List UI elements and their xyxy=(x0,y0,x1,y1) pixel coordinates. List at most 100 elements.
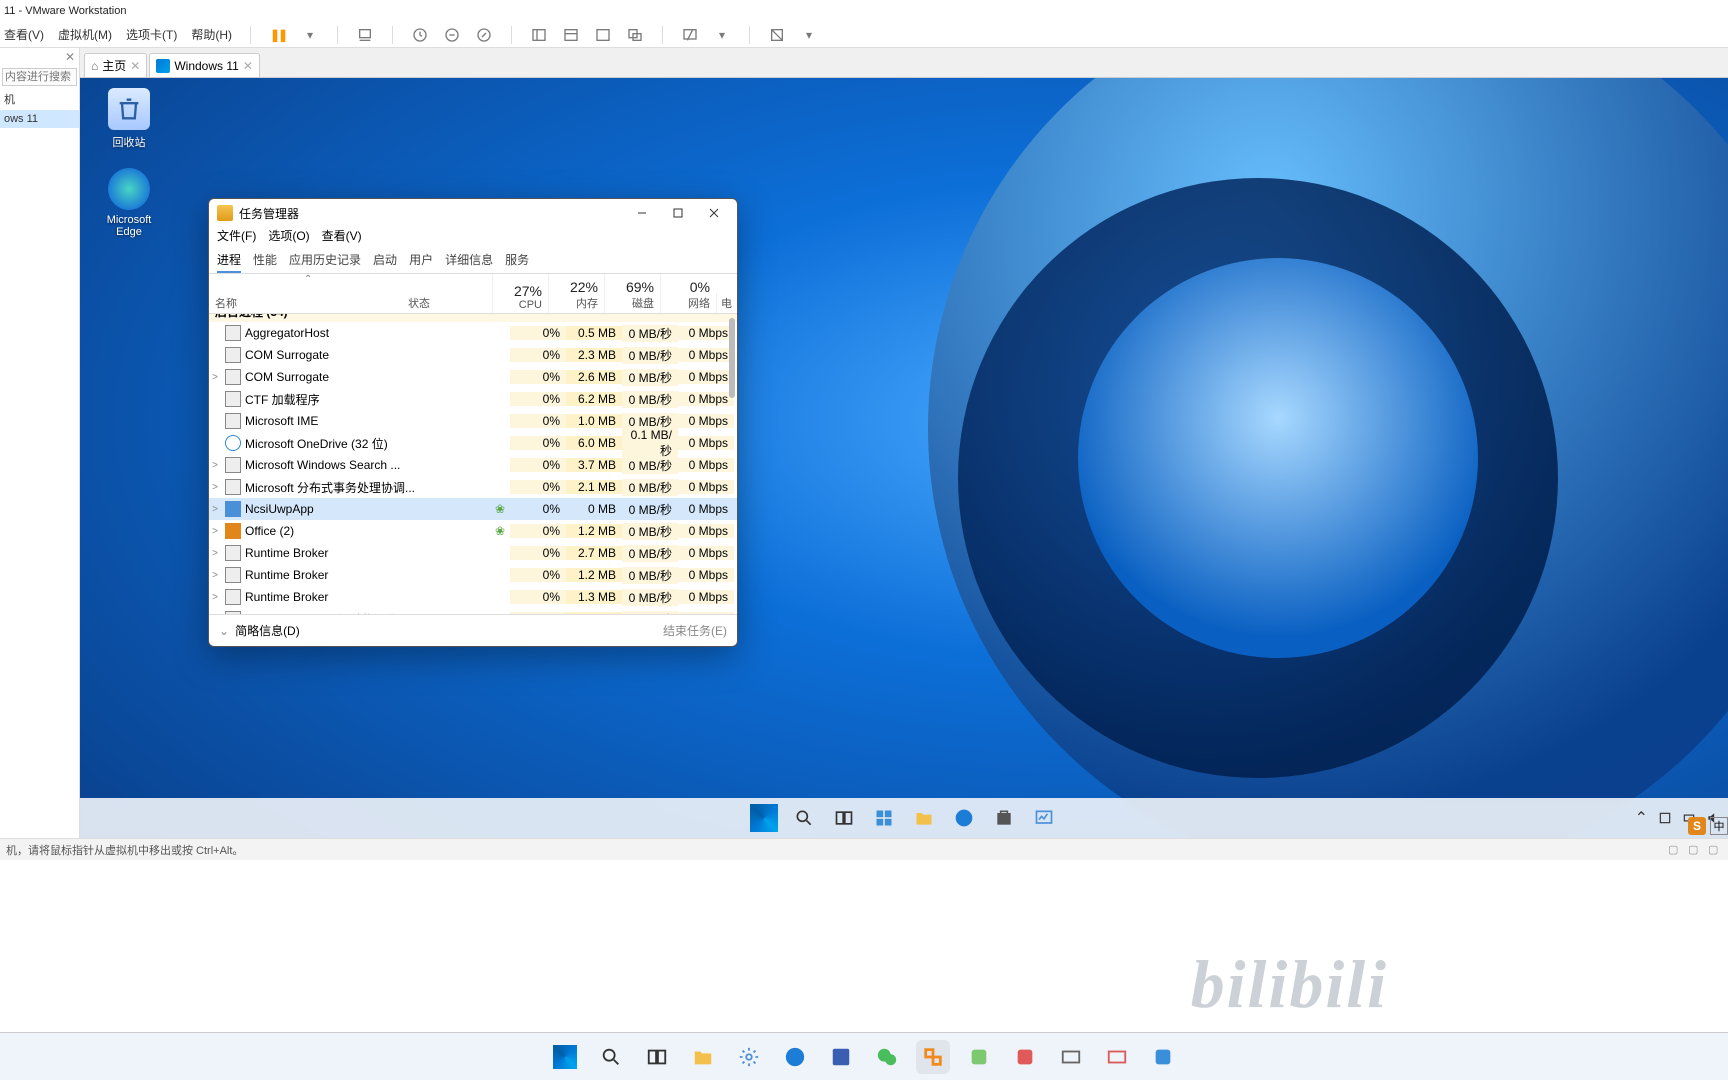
col-cpu[interactable]: 27%CPU xyxy=(492,274,548,313)
unity-dd-icon[interactable]: ▾ xyxy=(713,26,731,44)
host-vmware-icon[interactable] xyxy=(916,1040,950,1074)
expand-icon[interactable]: > xyxy=(209,570,221,581)
process-row[interactable]: >Microsoft Windows Search ...0%3.7 MB0 M… xyxy=(209,454,737,476)
tm-titlebar[interactable]: 任务管理器 xyxy=(209,199,737,227)
desktop-edge[interactable]: Microsoft Edge xyxy=(94,168,164,238)
fullscreen-icon[interactable] xyxy=(768,26,786,44)
start-button[interactable] xyxy=(750,804,778,832)
tm-menu-view[interactable]: 查看(V) xyxy=(322,227,362,244)
menu-vm[interactable]: 虚拟机(M) xyxy=(58,26,112,43)
task-manager-window[interactable]: 任务管理器 文件(F) 选项(O) 查看(V) 进程 性能 应用历史记录 启动 … xyxy=(208,198,738,647)
tm-process-list[interactable]: 后台进程 (34) AggregatorHost0%0.5 MB0 MB/秒0 … xyxy=(209,314,737,614)
process-row[interactable]: CTF 加载程序0%6.2 MB0 MB/秒0 Mbps xyxy=(209,388,737,410)
snapshot-manage-icon[interactable] xyxy=(443,26,461,44)
library-item-win11[interactable]: ows 11 xyxy=(0,110,79,128)
library-search-input[interactable] xyxy=(2,68,77,86)
host-wechat-icon[interactable] xyxy=(870,1040,904,1074)
device-icon[interactable]: ▢ xyxy=(1688,843,1702,857)
host-search-icon[interactable] xyxy=(594,1040,628,1074)
process-row[interactable]: >COM Surrogate0%2.6 MB0 MB/秒0 Mbps xyxy=(209,366,737,388)
device-icon[interactable]: ▢ xyxy=(1708,843,1722,857)
process-row[interactable]: >Runtime Broker0%1.2 MB0 MB/秒0 Mbps xyxy=(209,564,737,586)
tm-menu-file[interactable]: 文件(F) xyxy=(217,227,256,244)
vm-viewport[interactable]: 回收站 Microsoft Edge 任务管理器 文件(F) xyxy=(80,78,1728,838)
dropdown-icon[interactable]: ▾ xyxy=(301,26,319,44)
host-app-icon[interactable] xyxy=(962,1040,996,1074)
task-view-icon[interactable] xyxy=(830,804,858,832)
tab-home[interactable]: ⌂ 主页 ✕ xyxy=(84,53,147,77)
expand-icon[interactable]: > xyxy=(209,592,221,603)
process-row[interactable]: Microsoft OneDrive (32 位)0%6.0 MB0.1 MB/… xyxy=(209,432,737,454)
task-manager-taskbar-icon[interactable] xyxy=(1030,804,1058,832)
host-explorer-icon[interactable] xyxy=(686,1040,720,1074)
ime-icon[interactable] xyxy=(1658,811,1672,825)
process-row[interactable]: >Runtime Broker0%2.7 MB0 MB/秒0 Mbps xyxy=(209,542,737,564)
close-button[interactable] xyxy=(699,199,729,227)
store-icon[interactable] xyxy=(990,804,1018,832)
host-ime-indicator[interactable]: S 中 xyxy=(1688,814,1728,838)
tm-tab-details[interactable]: 详细信息 xyxy=(445,248,493,273)
scrollbar-thumb[interactable] xyxy=(729,318,735,398)
guest-taskbar[interactable]: ⌃ xyxy=(80,798,1728,838)
snapshot-revert-icon[interactable] xyxy=(475,26,493,44)
tm-tab-services[interactable]: 服务 xyxy=(505,248,529,273)
expand-icon[interactable]: > xyxy=(209,526,221,537)
layout1-icon[interactable] xyxy=(530,26,548,44)
vmware-device-tray[interactable]: ▢ ▢ ▢ xyxy=(1668,843,1722,857)
brief-info-toggle[interactable]: 简略信息(D) xyxy=(235,622,300,639)
layout4-icon[interactable] xyxy=(626,26,644,44)
layout2-icon[interactable] xyxy=(562,26,580,44)
chevron-up-icon[interactable]: ⌃ xyxy=(1635,808,1648,828)
edge-taskbar-icon[interactable] xyxy=(950,804,978,832)
host-app-icon[interactable] xyxy=(1008,1040,1042,1074)
sogou-icon[interactable]: S xyxy=(1688,817,1706,835)
end-task-button[interactable]: 结束任务(E) xyxy=(663,622,727,639)
process-group-header[interactable]: 后台进程 (34) xyxy=(209,314,737,322)
menu-help[interactable]: 帮助(H) xyxy=(191,26,232,43)
fullscreen-dd-icon[interactable]: ▾ xyxy=(800,26,818,44)
tm-tab-processes[interactable]: 进程 xyxy=(217,248,241,273)
menu-tab[interactable]: 选项卡(T) xyxy=(126,26,177,43)
panel-close-icon[interactable]: ✕ xyxy=(61,48,79,66)
unity-icon[interactable] xyxy=(681,26,699,44)
host-app-icon[interactable] xyxy=(1100,1040,1134,1074)
host-start-button[interactable] xyxy=(548,1040,582,1074)
tab-close-icon[interactable]: ✕ xyxy=(130,59,140,73)
desktop-recycle-bin[interactable]: 回收站 xyxy=(94,88,164,150)
host-dev-icon[interactable] xyxy=(824,1040,858,1074)
process-row[interactable]: >Runtime Broker0%1.3 MB0 MB/秒0 Mbps xyxy=(209,586,737,608)
host-edge-icon[interactable] xyxy=(778,1040,812,1074)
library-item-host[interactable]: 机 xyxy=(0,88,79,110)
tm-tab-startup[interactable]: 启动 xyxy=(373,248,397,273)
expand-icon[interactable]: > xyxy=(209,372,221,383)
process-row[interactable]: >Microsoft 分布式事务处理协调...0%2.1 MB0 MB/秒0 M… xyxy=(209,476,737,498)
host-taskbar[interactable] xyxy=(0,1032,1728,1080)
pause-button[interactable]: ❚❚ xyxy=(269,26,287,44)
col-disk[interactable]: 69%磁盘 xyxy=(604,274,660,313)
process-row[interactable]: System Guard 运行时监视代0%2.0 MB0 MB/秒0 Mbps xyxy=(209,608,737,614)
ime-lang-icon[interactable]: 中 xyxy=(1710,817,1728,835)
widgets-icon[interactable] xyxy=(870,804,898,832)
minimize-button[interactable] xyxy=(627,199,657,227)
maximize-button[interactable] xyxy=(663,199,693,227)
process-row[interactable]: >Office (2)❀0%1.2 MB0 MB/秒0 Mbps xyxy=(209,520,737,542)
search-icon[interactable] xyxy=(790,804,818,832)
expand-icon[interactable]: > xyxy=(209,548,221,559)
host-taskview-icon[interactable] xyxy=(640,1040,674,1074)
layout3-icon[interactable] xyxy=(594,26,612,44)
menu-view[interactable]: 查看(V) xyxy=(4,26,44,43)
col-status[interactable]: 状态 xyxy=(404,274,492,313)
host-settings-icon[interactable] xyxy=(732,1040,766,1074)
device-icon[interactable]: ▢ xyxy=(1668,843,1682,857)
expand-icon[interactable]: > xyxy=(209,482,221,493)
process-row[interactable]: COM Surrogate0%2.3 MB0 MB/秒0 Mbps xyxy=(209,344,737,366)
tm-tab-performance[interactable]: 性能 xyxy=(253,248,277,273)
col-power[interactable]: 电 xyxy=(716,293,732,313)
host-app-icon[interactable] xyxy=(1146,1040,1180,1074)
host-app-icon[interactable] xyxy=(1054,1040,1088,1074)
tm-menu-options[interactable]: 选项(O) xyxy=(268,227,309,244)
expand-icon[interactable]: > xyxy=(209,504,221,515)
process-row[interactable]: >NcsiUwpApp❀0%0 MB0 MB/秒0 Mbps xyxy=(209,498,737,520)
tm-tab-history[interactable]: 应用历史记录 xyxy=(289,248,361,273)
snapshot-icon[interactable] xyxy=(411,26,429,44)
